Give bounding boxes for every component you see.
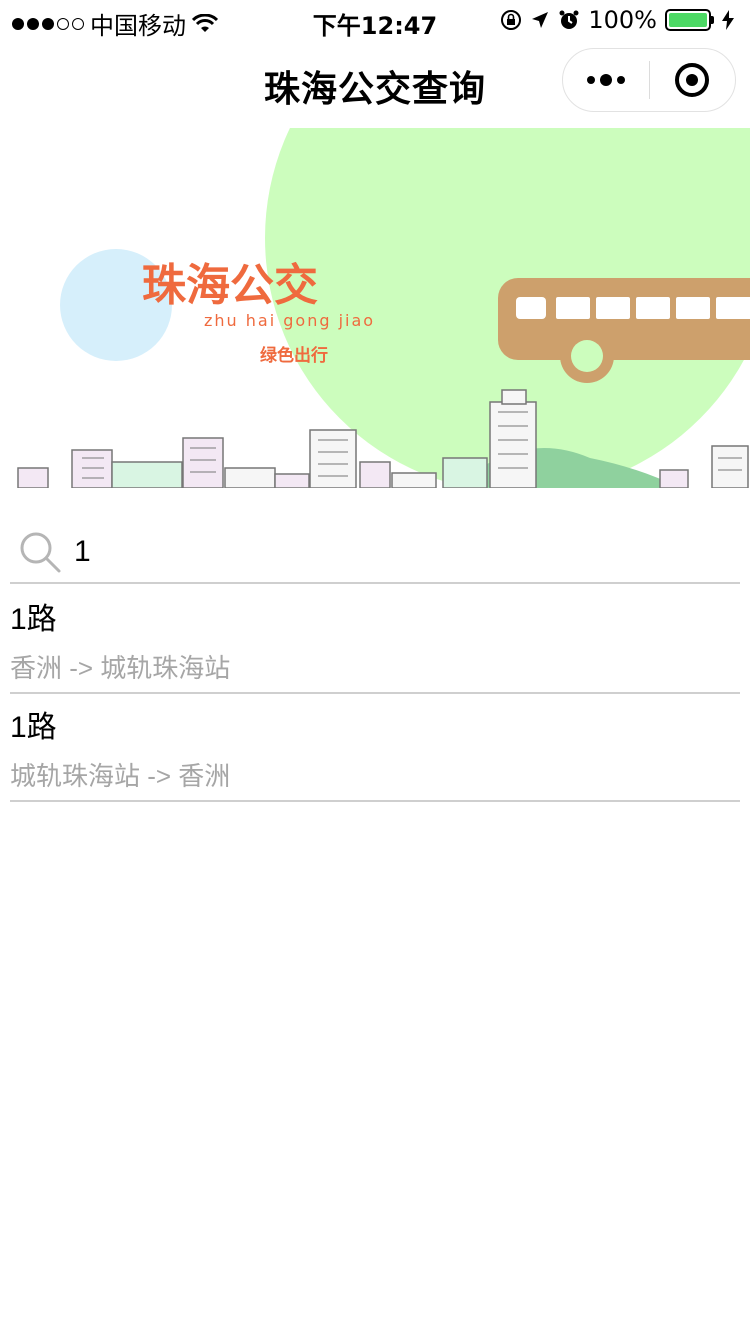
close-mini-program-button[interactable] <box>650 49 736 111</box>
route-name: 1路 <box>10 711 57 744</box>
route-direction: 城轨珠海站 -> 香洲 <box>10 761 231 791</box>
slogan-text: 绿色出行 <box>260 345 328 366</box>
mini-program-capsule <box>562 48 736 112</box>
logo-pinyin-text: zhu hai gong jiao <box>204 311 375 330</box>
search-bar <box>10 522 740 584</box>
route-search-input[interactable] <box>74 535 674 569</box>
more-dots-icon <box>586 74 625 86</box>
route-results-list: 1路 香洲 -> 城轨珠海站 1路 城轨珠海站 -> 香洲 <box>10 586 740 802</box>
status-right: 100% <box>500 6 734 34</box>
nav-bar: 珠海公交查询 <box>0 40 750 128</box>
charging-icon <box>722 10 734 30</box>
target-circle-icon <box>675 63 710 97</box>
status-bar: 中国移动 下午12:47 100% <box>0 0 750 40</box>
logo-main-text: 珠海公交 <box>142 260 318 311</box>
rotation-lock-icon <box>501 10 522 30</box>
battery-percent: 100% <box>588 6 657 34</box>
location-arrow-icon <box>532 12 549 28</box>
alarm-icon <box>559 10 579 29</box>
battery-icon <box>665 9 714 31</box>
list-item[interactable]: 1路 香洲 -> 城轨珠海站 <box>10 586 740 694</box>
banner-illustration: 珠海公交 zhu hai gong jiao 绿色出行 <box>17 128 750 488</box>
route-name: 1路 <box>10 603 57 636</box>
search-icon <box>20 532 61 573</box>
banner-image: 珠海公交 zhu hai gong jiao 绿色出行 <box>0 128 750 488</box>
more-button[interactable] <box>563 49 649 111</box>
list-item[interactable]: 1路 城轨珠海站 -> 香洲 <box>10 694 740 802</box>
route-direction: 香洲 -> 城轨珠海站 <box>10 653 231 683</box>
